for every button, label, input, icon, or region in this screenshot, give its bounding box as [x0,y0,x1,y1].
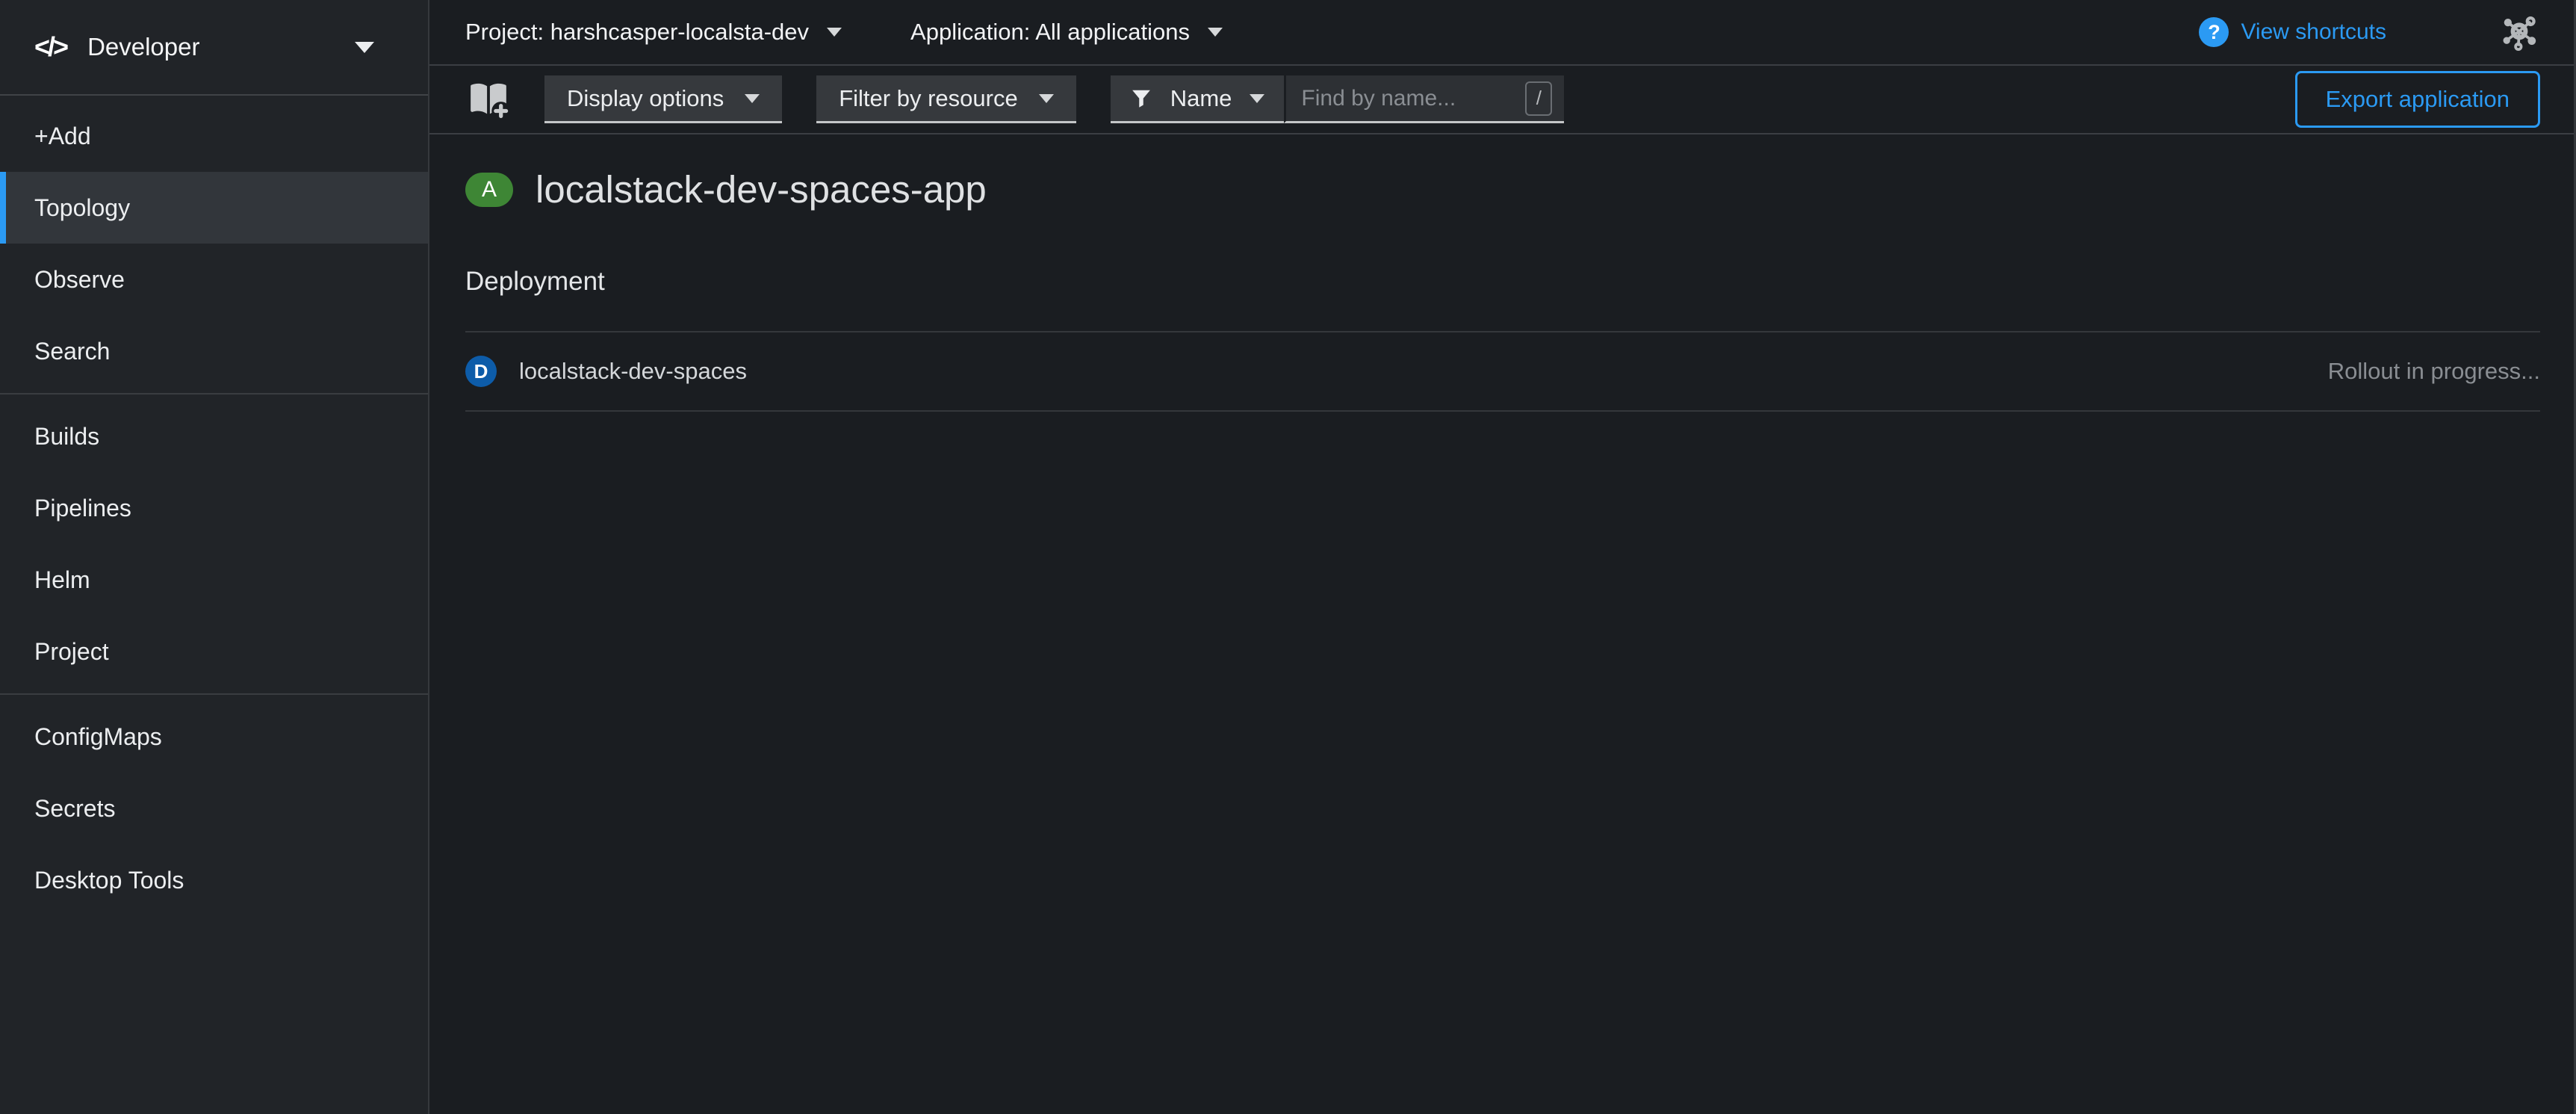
display-options-label: Display options [567,85,724,112]
main-area: Project: harshcasper-localsta-dev Applic… [429,0,2576,1114]
application-name: localstack-dev-spaces-app [536,167,987,211]
sidebar-item-builds[interactable]: Builds [0,400,428,472]
slash-shortcut-badge: / [1525,81,1552,116]
nav-group-main: +Add Topology Observe Search [0,100,428,387]
chevron-down-icon [1039,94,1054,103]
sidebar-item-observe[interactable]: Observe [0,244,428,315]
chevron-down-icon [827,28,842,37]
sidebar-item-configmaps[interactable]: ConfigMaps [0,701,428,773]
view-shortcuts-label: View shortcuts [2241,19,2386,45]
resource-kind-title: Deployment [465,267,2540,297]
chevron-down-icon [355,42,374,53]
sidebar-item-add[interactable]: +Add [0,100,428,172]
sidebar: </> Developer +Add Topology Observe Sear… [0,0,429,1114]
deployment-badge: D [465,356,497,387]
deployment-status: Rollout in progress... [2328,358,2540,385]
quick-add-book-icon[interactable] [465,78,512,121]
display-options-dropdown[interactable]: Display options [544,75,782,123]
filter-funnel-icon [1130,87,1152,110]
sidebar-item-secrets[interactable]: Secrets [0,773,428,844]
sidebar-item-desktop-tools[interactable]: Desktop Tools [0,844,428,916]
chevron-down-icon [1250,94,1264,103]
export-application-button[interactable]: Export application [2295,71,2540,128]
sidebar-item-topology[interactable]: Topology [0,172,428,244]
application-switcher-label: Application: All applications [910,19,1190,46]
topology-toolbar: Display options Filter by resource Name … [429,66,2576,134]
nav-group-build: Builds Pipelines Helm Project [0,393,428,687]
sidebar-item-helm[interactable]: Helm [0,544,428,616]
sidebar-item-project[interactable]: Project [0,616,428,687]
name-filter-label: Name [1170,85,1232,112]
find-by-name-wrapper: / [1284,75,1564,123]
project-switcher[interactable]: Project: harshcasper-localsta-dev [465,19,842,46]
sidebar-item-search[interactable]: Search [0,315,428,387]
find-by-name-input[interactable] [1301,86,1525,111]
view-shortcuts-link[interactable]: ? View shortcuts [2199,17,2386,47]
name-filter-dropdown[interactable]: Name [1111,75,1285,123]
context-bar: Project: harshcasper-localsta-dev Applic… [429,0,2576,66]
perspective-switcher[interactable]: </> Developer [0,0,428,96]
application-group-header[interactable]: A localstack-dev-spaces-app [465,167,2540,211]
topology-list-view: A localstack-dev-spaces-app Deployment D… [429,134,2576,1114]
sidebar-item-pipelines[interactable]: Pipelines [0,472,428,544]
app-root: </> Developer +Add Topology Observe Sear… [0,0,2576,1114]
resource-list: D localstack-dev-spaces Rollout in progr… [465,331,2540,412]
developer-code-icon: </> [34,34,66,61]
deployment-name: localstack-dev-spaces [519,358,747,385]
sidebar-nav: +Add Topology Observe Search Builds Pipe… [0,100,428,916]
perspective-label: Developer [87,33,334,61]
chevron-down-icon [745,94,760,103]
chevron-down-icon [1208,28,1223,37]
project-switcher-label: Project: harshcasper-localsta-dev [465,19,809,46]
name-filter-group: Name / [1111,75,1565,123]
nav-group-config: ConfigMaps Secrets Desktop Tools [0,693,428,916]
filter-by-resource-label: Filter by resource [839,85,1017,112]
help-question-icon: ? [2199,17,2229,47]
application-badge: A [465,173,513,207]
deployment-row[interactable]: D localstack-dev-spaces Rollout in progr… [465,331,2540,412]
filter-by-resource-dropdown[interactable]: Filter by resource [816,75,1076,123]
application-switcher[interactable]: Application: All applications [910,19,1223,46]
topology-graph-icon[interactable] [2498,11,2540,53]
